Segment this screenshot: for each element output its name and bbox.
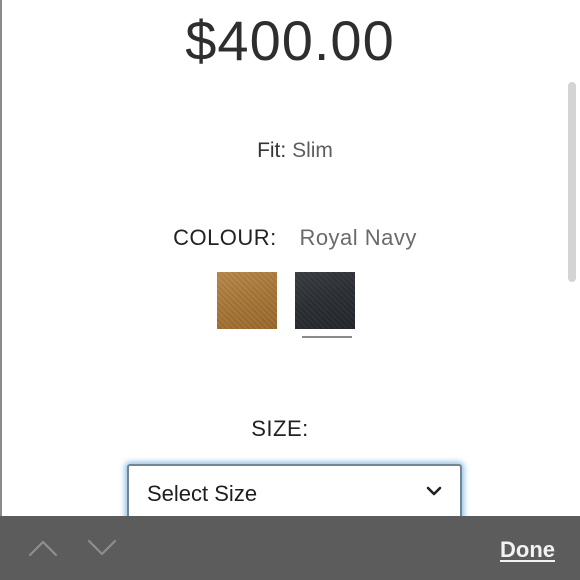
selected-swatch-indicator <box>302 336 352 338</box>
chevron-down-icon[interactable] <box>86 538 118 558</box>
scrollbar[interactable] <box>568 82 576 282</box>
done-button[interactable]: Done <box>500 537 555 563</box>
fit-value: Slim <box>292 139 333 162</box>
size-select[interactable]: Select Size <box>127 464 462 524</box>
fit-label: Fit: <box>257 139 287 162</box>
chevron-down-icon <box>426 486 442 496</box>
colour-label: COLOUR: <box>173 225 277 250</box>
colour-swatch-royal-navy[interactable] <box>295 272 355 329</box>
keyboard-toolbar: Done <box>0 516 580 580</box>
colour-row: COLOUR: Royal Navy <box>0 224 580 252</box>
colour-swatch-tan[interactable] <box>217 272 277 329</box>
fit-row: Fit: Slim <box>0 138 580 164</box>
colour-selected-value: Royal Navy <box>299 225 417 250</box>
size-select-value: Select Size <box>147 481 258 506</box>
size-label: SIZE: <box>251 416 309 441</box>
chevron-up-icon[interactable] <box>27 538 59 558</box>
product-price: $400.00 <box>185 9 395 72</box>
